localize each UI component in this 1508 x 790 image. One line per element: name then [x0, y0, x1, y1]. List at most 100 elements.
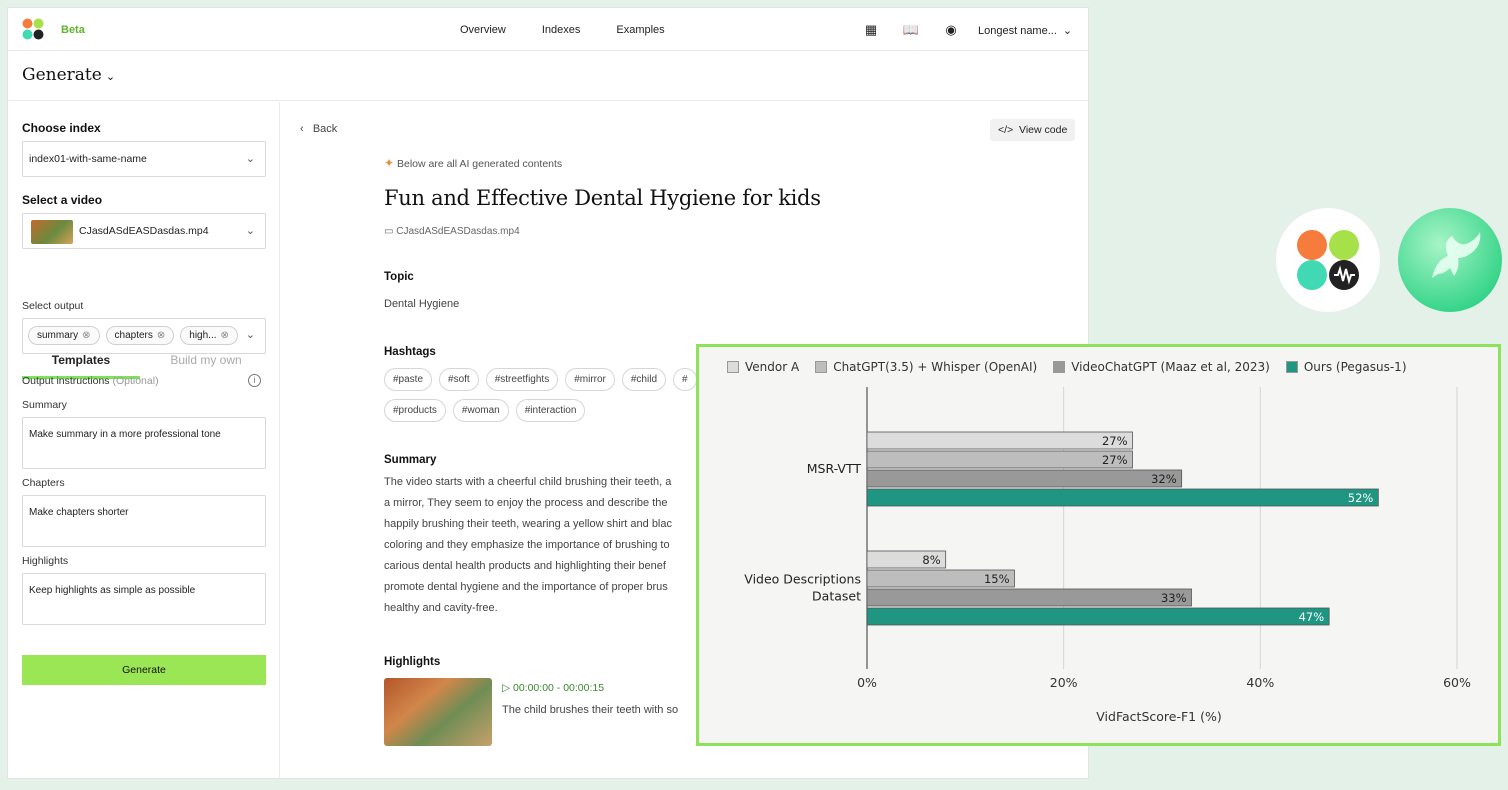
- generate-menu[interactable]: Generate ⌄: [22, 65, 115, 85]
- generate-button[interactable]: Generate: [22, 655, 266, 685]
- chevron-down-icon: ⌄: [1062, 25, 1073, 37]
- remove-icon[interactable]: ⊗: [82, 330, 90, 341]
- chart-panel: Vendor A ChatGPT(3.5) + Whisper (OpenAI) V…: [696, 344, 1501, 746]
- generate-header: Generate ⌄: [8, 51, 1088, 101]
- beta-badge: Beta: [61, 24, 85, 36]
- summary-label: Summary: [22, 399, 67, 411]
- x-tick-label: 0%: [857, 675, 877, 690]
- twelve-labs-brand-icon: [1276, 208, 1380, 312]
- hashtag[interactable]: #products: [384, 399, 446, 422]
- bar: [866, 431, 1133, 450]
- discord-icon[interactable]: ◉: [942, 21, 960, 39]
- y-category-label: MSR-VTT: [807, 461, 862, 476]
- hashtag[interactable]: #woman: [452, 399, 509, 422]
- chevron-down-icon: ⌄: [245, 225, 255, 237]
- play-icon: ▷: [502, 682, 511, 694]
- video-select[interactable]: CJasdASdEASDasdas.mp4 ⌄: [22, 213, 266, 249]
- chevron-down-icon: ⌄: [245, 329, 255, 341]
- twelve-labs-logo-large: [1297, 230, 1359, 290]
- highlight-time-text: 00:00:00 - 00:00:15: [513, 682, 605, 694]
- instructions-label-text: Output instructions: [22, 375, 110, 387]
- filename-text: CJasdASdEASDasdas.mp4: [396, 226, 520, 237]
- chip-label: chapters: [114, 330, 153, 341]
- summary-heading: Summary: [384, 454, 437, 466]
- highlight-description: The child brushes their teeth with so: [502, 704, 679, 716]
- pegasus-icon: [1432, 232, 1481, 278]
- sidebar: Choose index index01-with-same-name ⌄ Se…: [8, 102, 280, 778]
- chapters-instructions-field[interactable]: Make chapters shorter: [22, 495, 266, 547]
- tab-build-my-own[interactable]: Build my own: [147, 351, 265, 379]
- optional-label: (Optional): [112, 375, 159, 387]
- choose-index-label: Choose index: [22, 121, 101, 135]
- chip-highlights[interactable]: high... ⊗: [180, 326, 238, 345]
- back-label: Back: [312, 123, 338, 135]
- pegasus-brand-icon: [1398, 208, 1502, 312]
- bar-value-label: 47%: [1299, 610, 1325, 624]
- bar-value-label: 52%: [1348, 491, 1374, 505]
- nav-indexes[interactable]: Indexes: [542, 24, 581, 36]
- nav-overview[interactable]: Overview: [460, 24, 506, 36]
- hashtag[interactable]: #soft: [439, 368, 479, 391]
- sparkle-icon: ✦: [384, 156, 395, 170]
- user-menu[interactable]: Longest name... ⌄: [978, 24, 1073, 38]
- bar-value-label: 32%: [1151, 472, 1177, 486]
- back-link[interactable]: ‹ Back: [300, 123, 337, 135]
- hashtag[interactable]: #: [673, 368, 697, 391]
- chip-summary[interactable]: summary ⊗: [28, 326, 100, 345]
- code-icon: </>: [998, 124, 1014, 136]
- hashtag[interactable]: #mirror: [565, 368, 615, 391]
- ai-note-text: Below are all AI generated contents: [396, 158, 563, 170]
- user-name: Longest name...: [978, 24, 1057, 37]
- chip-chapters[interactable]: chapters ⊗: [105, 326, 175, 345]
- info-icon[interactable]: i: [248, 374, 261, 387]
- output-multiselect[interactable]: summary ⊗ chapters ⊗ high... ⊗ ⌄: [22, 318, 266, 354]
- page-title: Generate: [22, 65, 102, 85]
- chevron-left-icon: ‹: [300, 123, 304, 135]
- summary-instructions-field[interactable]: Make summary in a more professional tone: [22, 417, 266, 469]
- bar-value-label: 15%: [984, 572, 1010, 586]
- hashtag[interactable]: #streetfights: [485, 368, 559, 391]
- hashtag[interactable]: #paste: [384, 368, 433, 391]
- view-code-label: View code: [1019, 124, 1068, 136]
- dashboard-icon[interactable]: ▦: [862, 21, 880, 39]
- twelve-labs-logo[interactable]: [22, 18, 44, 40]
- top-bar: Beta Overview Indexes Examples ▦ 📖 ◉ Lon…: [8, 8, 1088, 51]
- index-select[interactable]: index01-with-same-name ⌄: [22, 141, 266, 177]
- nav-examples[interactable]: Examples: [616, 24, 664, 36]
- summary-line: healthy and cavity-free.: [384, 602, 498, 614]
- highlight-time[interactable]: ▷ 00:00:00 - 00:00:15: [502, 682, 604, 694]
- summary-line: promote dental hygiene and the importanc…: [384, 581, 668, 593]
- select-output-label: Select output: [22, 300, 84, 312]
- top-nav: Overview Indexes Examples: [460, 24, 665, 36]
- select-video-label: Select a video: [22, 193, 103, 207]
- summary-text: The video starts with a cheerful child b…: [384, 472, 704, 619]
- bar: [866, 607, 1330, 626]
- bar-value-label: 27%: [1102, 453, 1128, 467]
- x-tick-label: 60%: [1443, 675, 1471, 690]
- hashtag[interactable]: #child: [621, 368, 667, 391]
- bar-value-label: 33%: [1161, 591, 1187, 605]
- view-code-button[interactable]: </> View code: [990, 119, 1076, 141]
- bar: [866, 450, 1133, 469]
- ai-note: ✦ Below are all AI generated contents: [384, 156, 562, 170]
- remove-icon[interactable]: ⊗: [157, 330, 165, 341]
- chapters-label: Chapters: [22, 477, 65, 489]
- chip-label: summary: [37, 330, 79, 341]
- chevron-down-icon: ⌄: [245, 153, 255, 165]
- hashtag[interactable]: #interaction: [515, 399, 586, 422]
- docs-book-icon[interactable]: 📖: [902, 21, 920, 39]
- bar: [866, 469, 1183, 488]
- topic-heading: Topic: [384, 271, 414, 283]
- video-camera-icon: ▭: [384, 226, 394, 237]
- video-thumbnail: [31, 220, 73, 244]
- highlights-instructions-field[interactable]: Keep highlights as simple as possible: [22, 573, 266, 625]
- chevron-down-icon: ⌄: [105, 71, 116, 83]
- x-tick-label: 40%: [1246, 675, 1274, 690]
- remove-icon[interactable]: ⊗: [221, 330, 229, 341]
- bar-value-label: 8%: [922, 553, 940, 567]
- highlight-thumbnail[interactable]: [384, 678, 492, 746]
- summary-line: The video starts with a cheerful child b…: [384, 476, 672, 488]
- chip-label: high...: [189, 330, 217, 341]
- index-value: index01-with-same-name: [29, 153, 147, 165]
- video-filename: ▭ CJasdASdEASDasdas.mp4: [384, 226, 520, 237]
